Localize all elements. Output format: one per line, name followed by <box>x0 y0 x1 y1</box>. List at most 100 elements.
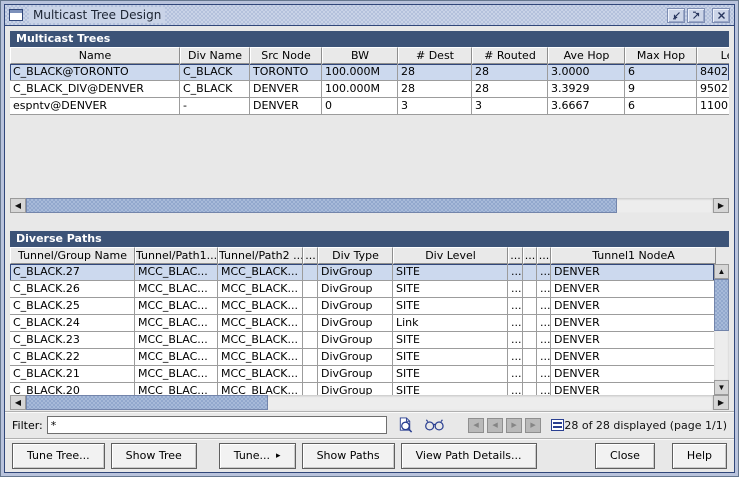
hscroll-thumb[interactable] <box>26 395 268 410</box>
table-cell <box>303 281 318 298</box>
scroll-up-button[interactable]: ▲ <box>714 264 729 279</box>
scroll-down-button[interactable]: ▼ <box>714 380 729 395</box>
scroll-left-button[interactable]: ◀ <box>10 395 26 410</box>
column-header[interactable]: Tunnel/Group Name <box>10 247 135 264</box>
column-header[interactable]: ... <box>303 247 318 264</box>
table-cell: - <box>180 98 250 115</box>
scroll-left-button[interactable]: ◀ <box>10 198 26 213</box>
diverse-paths-table: C_BLACK.27MCC_BLAC...MCC_BLACK...DivGrou… <box>10 264 714 395</box>
show-tree-button[interactable]: Show Tree <box>111 443 197 469</box>
view-path-details-button[interactable]: View Path Details... <box>401 443 537 469</box>
column-header[interactable]: Le <box>697 47 729 64</box>
column-header[interactable]: ... <box>523 247 537 264</box>
column-header[interactable]: Src Node <box>250 47 322 64</box>
table-row[interactable]: C_BLACK.27MCC_BLAC...MCC_BLACK...DivGrou… <box>10 264 714 281</box>
help-button[interactable]: Help <box>672 443 727 469</box>
table-row[interactable]: C_BLACK.25MCC_BLAC...MCC_BLACK...DivGrou… <box>10 298 714 315</box>
vscroll-track[interactable] <box>714 279 729 380</box>
column-header[interactable]: Ave Hop <box>548 47 625 64</box>
column-header[interactable]: # Routed <box>472 47 548 64</box>
table-row[interactable]: C_BLACK.20MCC_BLAC...MCC_BLACK...DivGrou… <box>10 383 714 395</box>
minimize-button[interactable] <box>667 8 685 23</box>
scroll-left-icon: ◀ <box>15 201 21 210</box>
table-cell: espntv@DENVER <box>10 98 180 115</box>
table-cell: MCC_BLACK... <box>218 366 303 383</box>
table-cell: MCC_BLACK... <box>218 298 303 315</box>
previous-page-button[interactable]: ◀ <box>487 418 503 433</box>
table-cell: MCC_BLACK... <box>218 315 303 332</box>
maximize-button[interactable] <box>687 8 705 23</box>
binoculars-icon[interactable] <box>424 418 445 432</box>
last-page-button[interactable]: ▶ <box>525 418 541 433</box>
table-cell: ... <box>508 264 523 281</box>
table-row[interactable]: C_BLACK@TORONTOC_BLACKTORONTO100.000M282… <box>10 64 729 81</box>
table-row[interactable]: C_BLACK.23MCC_BLAC...MCC_BLACK...DivGrou… <box>10 332 714 349</box>
table-cell: C_BLACK_DIV@DENVER <box>10 81 180 98</box>
tune-menu-button[interactable]: Tune...▸ <box>219 443 296 469</box>
table-cell: DivGroup <box>318 315 393 332</box>
column-header[interactable]: Tunnel/Path1... <box>135 247 218 264</box>
table-cell: C_BLACK.23 <box>10 332 135 349</box>
close-window-button[interactable] <box>712 8 730 23</box>
column-header[interactable]: Tunnel/Path2 ... <box>218 247 303 264</box>
table-row[interactable]: C_BLACK.24MCC_BLAC...MCC_BLACK...DivGrou… <box>10 315 714 332</box>
table-cell: 8402 <box>697 64 729 81</box>
table-cell: 3 <box>398 98 472 115</box>
table-cell <box>523 383 537 395</box>
column-header[interactable]: Div Type <box>318 247 393 264</box>
table-cell <box>523 298 537 315</box>
table-cell: 9502 <box>697 81 729 98</box>
scroll-right-button[interactable]: ▶ <box>713 395 729 410</box>
table-row[interactable]: C_BLACK.26MCC_BLAC...MCC_BLACK...DivGrou… <box>10 281 714 298</box>
column-header[interactable]: Div Name <box>180 47 250 64</box>
table-cell: DENVER <box>551 349 714 366</box>
column-header[interactable]: ... <box>537 247 551 264</box>
first-page-button[interactable]: ◀ <box>468 418 484 433</box>
hscroll-track[interactable] <box>26 198 713 213</box>
filter-label: Filter: <box>12 419 43 432</box>
table-row[interactable]: espntv@DENVER-DENVER0333.666761100 <box>10 98 729 115</box>
filter-bar: Filter: ◀ ◀ ▶ ▶ 28 of 28 displayed (page… <box>5 411 734 438</box>
table-cell: DivGroup <box>318 383 393 395</box>
window-icon <box>9 9 23 21</box>
table-row[interactable]: C_BLACK.22MCC_BLAC...MCC_BLACK...DivGrou… <box>10 349 714 366</box>
diverse-paths-hscrollbar: ◀ ▶ <box>10 395 729 410</box>
vscroll-thumb[interactable] <box>714 279 729 331</box>
table-row[interactable]: C_BLACK_DIV@DENVERC_BLACKDENVER100.000M2… <box>10 81 729 98</box>
table-cell: SITE <box>393 332 508 349</box>
table-cell: MCC_BLAC... <box>135 366 218 383</box>
show-paths-button[interactable]: Show Paths <box>302 443 395 469</box>
scroll-right-button[interactable]: ▶ <box>713 198 729 213</box>
table-cell <box>523 366 537 383</box>
column-header[interactable]: Name <box>10 47 180 64</box>
column-header[interactable]: BW <box>322 47 398 64</box>
table-cell <box>523 332 537 349</box>
column-header[interactable]: Tunnel1 NodeA <box>551 247 716 264</box>
table-cell: C_BLACK@TORONTO <box>10 64 180 81</box>
search-report-icon[interactable] <box>397 416 414 434</box>
hscroll-thumb[interactable] <box>26 198 617 213</box>
table-cell: ... <box>537 298 551 315</box>
table-cell: ... <box>508 315 523 332</box>
column-header[interactable]: # Dest <box>398 47 472 64</box>
window-content: Multicast Trees NameDiv NameSrc NodeBW# … <box>5 26 734 472</box>
page-list-icon[interactable] <box>551 419 564 431</box>
table-cell <box>523 264 537 281</box>
tune-tree-button[interactable]: Tune Tree... <box>12 443 105 469</box>
column-header[interactable]: Div Level <box>393 247 508 264</box>
next-page-button[interactable]: ▶ <box>506 418 522 433</box>
table-cell: SITE <box>393 264 508 281</box>
diverse-paths-header: Diverse Paths <box>10 231 729 247</box>
column-header[interactable]: Max Hop <box>625 47 697 64</box>
title-bar[interactable]: Multicast Tree Design <box>5 5 734 26</box>
scroll-right-icon: ▶ <box>718 201 724 210</box>
column-header[interactable]: ... <box>508 247 523 264</box>
table-cell: DivGroup <box>318 281 393 298</box>
table-row[interactable]: C_BLACK.21MCC_BLAC...MCC_BLACK...DivGrou… <box>10 366 714 383</box>
hscroll-track[interactable] <box>26 395 713 410</box>
pagination-controls: ◀ ◀ ▶ ▶ <box>465 418 541 433</box>
filter-input[interactable] <box>47 416 387 434</box>
scroll-up-icon: ▲ <box>718 267 726 276</box>
close-button[interactable]: Close <box>595 443 655 469</box>
table-cell: MCC_BLAC... <box>135 298 218 315</box>
